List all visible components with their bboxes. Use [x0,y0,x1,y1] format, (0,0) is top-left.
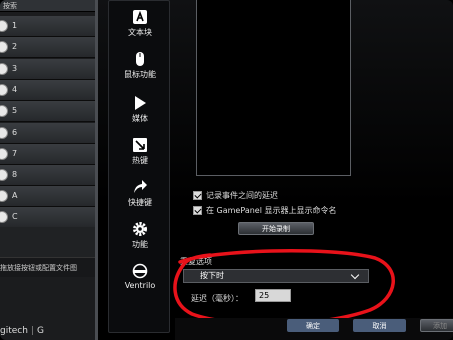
key-icon [0,63,8,75]
function-label: 热键 [132,156,148,165]
function-shortcut[interactable]: 快捷键 [109,179,171,208]
function-label: 快捷键 [128,198,152,207]
media-play-icon [135,96,146,110]
key-list-panel: 按索 1 2 3 4 5 6 7 8 A C 拖放接按钮或配置文件图 [0,0,97,340]
key-icon [0,105,8,117]
brand-mark: G [36,326,44,336]
key-row[interactable]: 2 [0,37,97,58]
function-label: 媒体 [132,114,148,123]
cancel-button[interactable]: 取消 [353,319,406,332]
brand-name: gitech [0,326,28,336]
function-label: 文本块 [128,28,152,37]
hotkey-icon [133,138,147,152]
macro-events-view[interactable] [196,0,351,176]
function-label: Ventrilo [124,281,156,290]
function-toolbar: 文本块 鼠标功能 媒体 热键 快捷键 功能 Ventrilo [108,0,170,333]
gear-icon [133,222,147,236]
key-label: 7 [12,149,18,158]
key-icon [0,148,8,160]
key-icon [0,84,8,96]
start-record-button[interactable]: 开始录制 [238,222,314,235]
key-row[interactable]: C [0,207,97,228]
ok-button[interactable]: 确定 [287,319,339,332]
mouse-icon [136,52,144,66]
key-label: 2 [12,42,18,51]
key-row[interactable]: A [0,186,97,207]
key-icon [0,127,8,139]
function-text-block[interactable]: 文本块 [109,9,171,38]
key-row[interactable]: 6 [0,123,97,144]
record-delay-option[interactable]: 记录事件之间的延迟 [193,190,278,202]
drag-hint-text: 拖放接按钮或配置文件图 [0,257,97,277]
key-label: C [12,212,18,221]
record-delay-label: 记录事件之间的延迟 [206,191,278,200]
function-label: 功能 [132,240,148,249]
key-label: A [12,191,18,200]
key-label: 6 [12,128,18,137]
function-label: 鼠标功能 [124,70,156,79]
key-list-header: 按索 [0,0,97,12]
key-icon [0,190,8,202]
key-label: 3 [12,64,18,73]
ventrilo-icon [132,263,148,279]
key-icon [0,41,8,53]
annotation-ellipse [173,249,395,326]
key-label: 1 [12,21,18,30]
key-label: 8 [12,170,18,179]
gamepanel-label: 在 GamePanel 显示器上显示命令名 [206,206,337,215]
gamepanel-option[interactable]: 在 GamePanel 显示器上显示命令名 [193,205,336,217]
function-mouse[interactable]: 鼠标功能 [109,51,171,80]
key-row[interactable]: 1 [0,16,97,37]
text-block-icon [133,10,147,24]
key-row[interactable]: 8 [0,165,97,186]
key-list-empty-area [0,227,97,257]
macro-editor-window: 按索 1 2 3 4 5 6 7 8 A C 拖放接按钮或配置文件图 gitec… [0,0,453,340]
key-label: 5 [12,106,18,115]
function-hotkey[interactable]: 热键 [109,137,171,166]
key-icon [0,211,8,223]
add-button[interactable]: 添加 [420,319,453,332]
shortcut-arrow-icon [134,180,147,193]
key-icon [0,169,8,181]
key-label: 4 [12,85,18,94]
key-row[interactable]: 5 [0,101,97,122]
key-icon [0,20,8,32]
brand-logo: gitech | G [0,326,44,336]
record-delay-checkbox[interactable] [193,191,202,200]
brand-separator: | [30,326,34,336]
key-row[interactable]: 3 [0,59,97,80]
gamepanel-checkbox[interactable] [193,206,202,215]
key-row[interactable]: 4 [0,80,97,101]
key-row[interactable]: 7 [0,144,97,165]
panel-divider[interactable] [95,0,98,340]
function-ventrilo[interactable]: Ventrilo [109,263,171,290]
function-media[interactable]: 媒体 [109,95,171,124]
function-feature[interactable]: 功能 [109,221,171,250]
